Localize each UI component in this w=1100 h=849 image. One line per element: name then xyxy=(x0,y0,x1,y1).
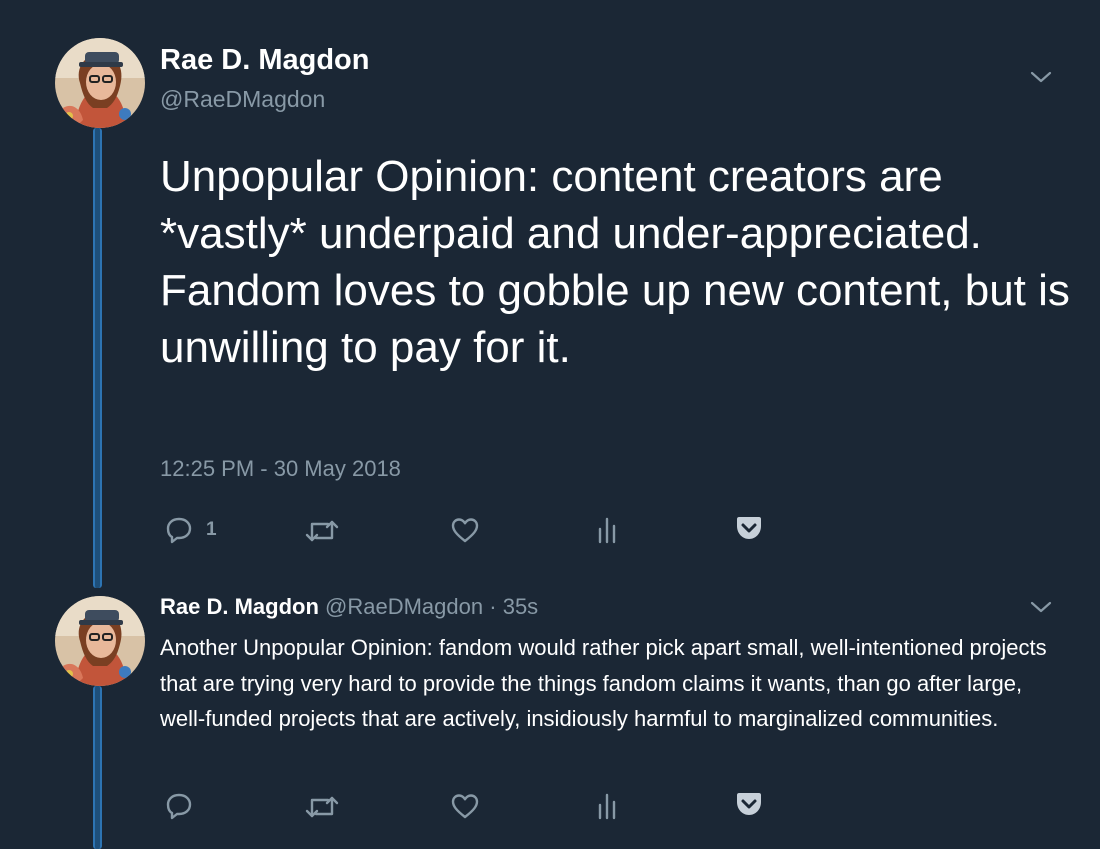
reply-icon xyxy=(166,517,192,544)
tweet-thread: Rae D. Magdon @RaeDMagdon Unpopular Opin… xyxy=(0,0,1100,849)
analytics-icon xyxy=(598,517,616,544)
reply-separator: · xyxy=(489,594,497,619)
reply-count: 1 xyxy=(206,519,217,540)
pocket-icon xyxy=(737,517,761,539)
reply-button[interactable]: 1 xyxy=(164,515,217,545)
chevron-down-icon[interactable] xyxy=(1029,599,1053,615)
retweet-button[interactable] xyxy=(304,794,340,820)
retweet-icon xyxy=(305,520,339,542)
retweet-icon xyxy=(305,796,339,818)
analytics-icon xyxy=(598,793,616,820)
pocket-button[interactable] xyxy=(734,515,764,541)
author-handle[interactable]: @RaeDMagdon xyxy=(160,86,325,113)
thread-line xyxy=(93,128,102,588)
like-icon xyxy=(451,518,479,543)
reply-button[interactable] xyxy=(164,791,194,821)
chevron-down-icon[interactable] xyxy=(1029,69,1053,85)
analytics-button[interactable] xyxy=(596,792,618,820)
reply-icon xyxy=(166,793,192,820)
retweet-button[interactable] xyxy=(304,518,340,544)
analytics-button[interactable] xyxy=(596,516,618,544)
reply-time[interactable]: 35s xyxy=(503,594,538,619)
like-button[interactable] xyxy=(450,516,480,544)
author-name[interactable]: Rae D. Magdon xyxy=(160,44,369,77)
thread-line xyxy=(93,686,102,849)
tweet-timestamp[interactable]: 12:25 PM - 30 May 2018 xyxy=(160,456,401,482)
reply-text: Another Unpopular Opinion: fandom would … xyxy=(160,635,1047,731)
reply-avatar[interactable] xyxy=(55,596,145,686)
reply-author-name[interactable]: Rae D. Magdon xyxy=(160,594,319,619)
like-button[interactable] xyxy=(450,792,480,820)
tweet-text: Unpopular Opinion: content creators are … xyxy=(160,152,1070,372)
like-icon xyxy=(451,794,479,819)
avatar[interactable] xyxy=(55,38,145,128)
avatar-image xyxy=(55,38,145,128)
pocket-button[interactable] xyxy=(734,791,764,817)
reply-header: Rae D. Magdon @RaeDMagdon · 35s xyxy=(160,594,538,620)
avatar-image xyxy=(55,596,145,686)
pocket-icon xyxy=(737,793,761,815)
reply-author-handle[interactable]: @RaeDMagdon xyxy=(325,594,483,619)
